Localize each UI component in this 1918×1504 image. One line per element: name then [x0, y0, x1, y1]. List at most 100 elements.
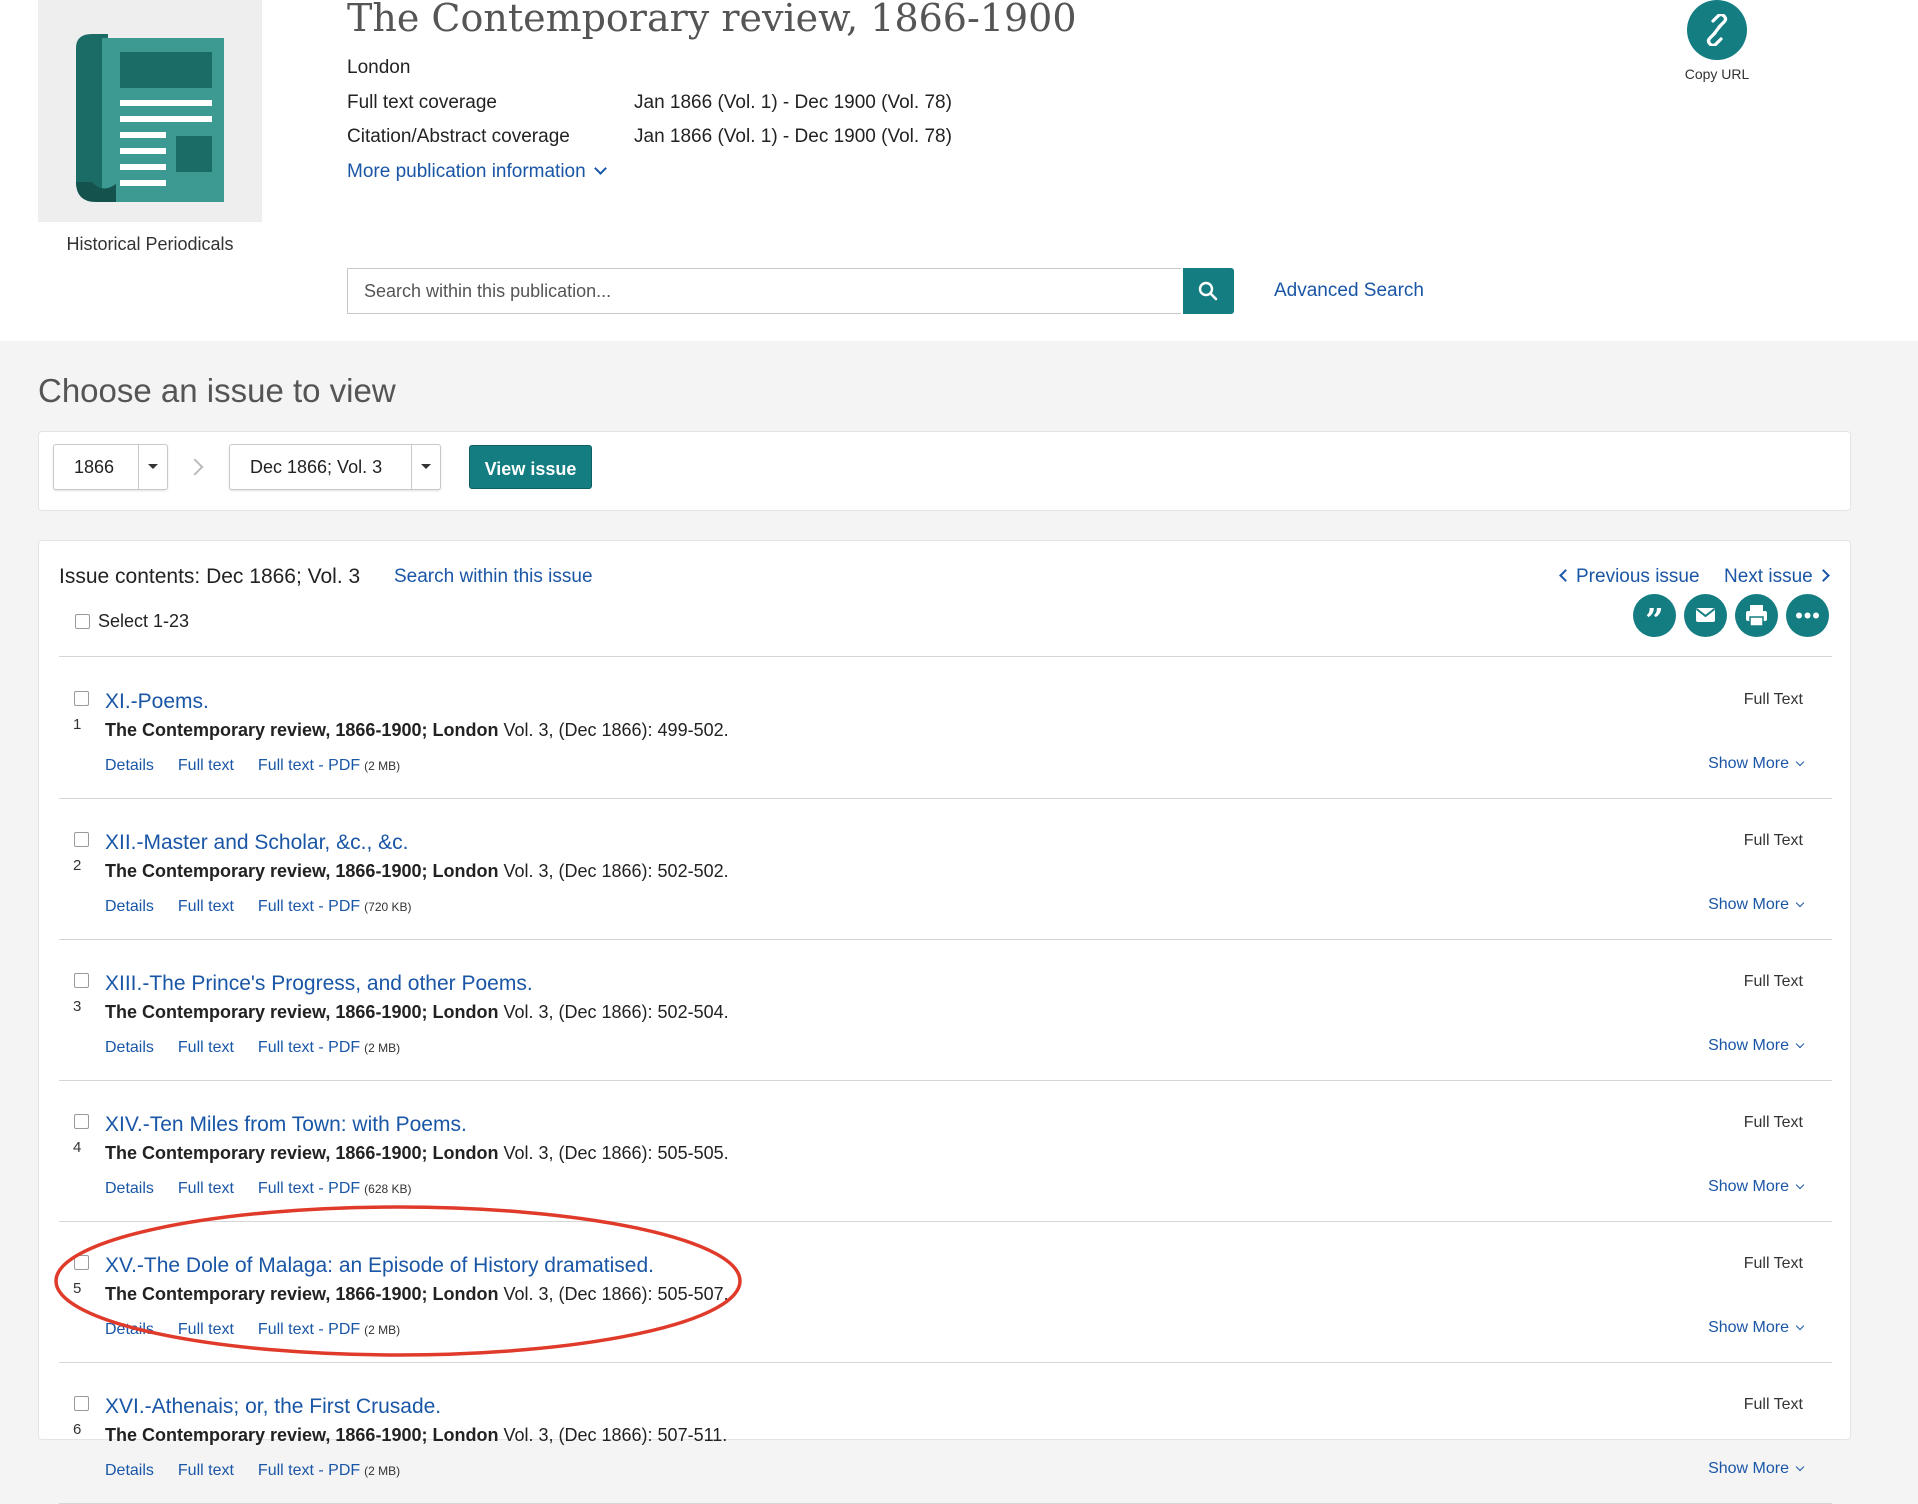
publication-place: London	[347, 57, 411, 78]
issue-select[interactable]: Dec 1866; Vol. 3	[229, 444, 441, 490]
next-issue-link[interactable]: Next issue	[1724, 566, 1830, 588]
pdf-size: (2 MB)	[364, 1323, 401, 1337]
copy-url-label: Copy URL	[1684, 66, 1750, 82]
item-citation: The Contemporary review, 1866-1900; Lond…	[105, 1284, 729, 1305]
item-checkbox[interactable]	[74, 1114, 89, 1129]
link-icon	[1706, 14, 1728, 46]
citation-coverage-value: Jan 1866 (Vol. 1) - Dec 1900 (Vol. 78)	[634, 126, 952, 147]
publication-search-input[interactable]	[347, 268, 1181, 314]
show-more-link[interactable]: Show More	[1708, 1178, 1805, 1196]
list-item: 2 XII.-Master and Scholar, &c., &c. The Co…	[59, 798, 1832, 940]
copy-url-button[interactable]	[1687, 0, 1747, 60]
details-link[interactable]: Details	[105, 898, 154, 915]
item-detail: Vol. 3, (Dec 1866): 499-502.	[503, 720, 729, 740]
show-more-link[interactable]: Show More	[1708, 1319, 1805, 1337]
pdf-size: (2 MB)	[364, 1464, 401, 1478]
show-more-link[interactable]: Show More	[1708, 755, 1805, 773]
details-link[interactable]: Details	[105, 757, 154, 774]
chevron-down-icon	[1795, 1039, 1805, 1049]
search-icon	[1198, 281, 1218, 301]
search-button[interactable]	[1183, 268, 1234, 314]
item-number: 1	[73, 716, 82, 733]
show-more-label: Show More	[1708, 1178, 1789, 1195]
item-checkbox[interactable]	[74, 973, 89, 988]
show-more-link[interactable]: Show More	[1708, 1460, 1805, 1478]
pdf-size: (628 KB)	[364, 1182, 412, 1196]
full-text-link[interactable]: Full text	[178, 1039, 234, 1056]
details-link[interactable]: Details	[105, 1462, 154, 1479]
item-citation: The Contemporary review, 1866-1900; Lond…	[105, 861, 729, 882]
publication-thumbnail: Historical Periodicals	[38, 0, 262, 254]
item-checkbox[interactable]	[74, 1255, 89, 1270]
full-text-pdf-link[interactable]: Full text - PDF	[258, 1321, 360, 1338]
full-text-link[interactable]: Full text	[178, 757, 234, 774]
item-detail: Vol. 3, (Dec 1866): 505-507.	[503, 1284, 729, 1304]
full-text-pdf-link[interactable]: Full text - PDF	[258, 898, 360, 915]
pdf-size: (720 KB)	[364, 900, 412, 914]
more-publication-info-link[interactable]: More publication information	[347, 161, 607, 183]
item-links: Details Full text Full text - PDF (2 MB)	[105, 757, 400, 775]
view-issue-button[interactable]: View issue	[469, 445, 592, 489]
item-title-link[interactable]: XV.-The Dole of Malaga: an Episode of Hi…	[105, 1254, 654, 1278]
item-citation: The Contemporary review, 1866-1900; Lond…	[105, 1002, 729, 1023]
list-item: 4 XIV.-Ten Miles from Town: with Poems. Th…	[59, 1080, 1832, 1222]
full-text-pdf-link[interactable]: Full text - PDF	[258, 1462, 360, 1479]
thumbnail-caption: Historical Periodicals	[66, 234, 234, 254]
full-text-pdf-link[interactable]: Full text - PDF	[258, 1180, 360, 1197]
item-source: The Contemporary review, 1866-1900; Lond…	[105, 1284, 499, 1304]
full-text-pdf-link[interactable]: Full text - PDF	[258, 757, 360, 774]
item-number: 5	[73, 1280, 82, 1297]
item-title-link[interactable]: XIII.-The Prince's Progress, and other P…	[105, 972, 533, 996]
year-dropdown-toggle[interactable]	[138, 445, 167, 489]
item-citation: The Contemporary review, 1866-1900; Lond…	[105, 1143, 729, 1164]
details-link[interactable]: Details	[105, 1180, 154, 1197]
chevron-down-icon	[593, 162, 607, 175]
show-more-link[interactable]: Show More	[1708, 1037, 1805, 1055]
choose-issue-heading: Choose an issue to view	[38, 372, 396, 409]
details-link[interactable]: Details	[105, 1039, 154, 1056]
print-button[interactable]	[1735, 594, 1778, 637]
item-links: Details Full text Full text - PDF (2 MB)	[105, 1321, 400, 1339]
item-source: The Contemporary review, 1866-1900; Lond…	[105, 1143, 499, 1163]
more-actions-button[interactable]	[1786, 594, 1829, 637]
show-more-label: Show More	[1708, 1319, 1789, 1336]
cite-button[interactable]: ”	[1633, 594, 1676, 637]
item-title-link[interactable]: XVI.-Athenais; or, the First Crusade.	[105, 1395, 441, 1419]
email-icon	[1695, 608, 1716, 622]
full-text-link[interactable]: Full text	[178, 898, 234, 915]
availability-label: Full Text	[1743, 1255, 1803, 1272]
advanced-search-link[interactable]: Advanced Search	[1274, 280, 1424, 302]
year-select-value: 1866	[74, 457, 115, 477]
search-within-issue-link[interactable]: Search within this issue	[394, 566, 593, 588]
select-all-label: Select 1-23	[98, 611, 190, 631]
full-text-link[interactable]: Full text	[178, 1321, 234, 1338]
full-text-link[interactable]: Full text	[178, 1180, 234, 1197]
item-detail: Vol. 3, (Dec 1866): 502-504.	[503, 1002, 729, 1022]
issue-contents: Issue contents: Dec 1866; Vol. 3 Search …	[38, 540, 1851, 1504]
chevron-right-icon	[186, 458, 204, 476]
more-publication-info-label: More publication information	[347, 161, 586, 182]
details-link[interactable]: Details	[105, 1321, 154, 1338]
caret-down-icon	[148, 464, 158, 469]
issue-dropdown-toggle[interactable]	[411, 445, 440, 489]
full-text-link[interactable]: Full text	[178, 1462, 234, 1479]
show-more-label: Show More	[1708, 1460, 1789, 1477]
item-checkbox[interactable]	[74, 832, 89, 847]
show-more-link[interactable]: Show More	[1708, 896, 1805, 914]
full-text-pdf-link[interactable]: Full text - PDF	[258, 1039, 360, 1056]
previous-issue-link[interactable]: Previous issue	[1559, 566, 1700, 588]
list-item: 6 XVI.-Athenais; or, the First Crusade. Th…	[59, 1362, 1832, 1504]
item-title-link[interactable]: XIV.-Ten Miles from Town: with Poems.	[105, 1113, 467, 1137]
year-select[interactable]: 1866	[53, 444, 168, 490]
item-checkbox[interactable]	[74, 1396, 89, 1411]
email-button[interactable]	[1684, 594, 1727, 637]
availability-label: Full Text	[1743, 1396, 1803, 1413]
item-checkbox[interactable]	[74, 691, 89, 706]
publication-header: Historical Periodicals The Contemporary …	[0, 0, 1918, 341]
item-title-link[interactable]: XI.-Poems.	[105, 690, 209, 714]
issue-contents-heading: Issue contents: Dec 1866; Vol. 3	[59, 565, 361, 588]
chevron-down-icon	[1795, 757, 1805, 767]
full-text-coverage-label: Full text coverage	[347, 92, 497, 113]
item-title-link[interactable]: XII.-Master and Scholar, &c., &c.	[105, 831, 408, 855]
select-all-checkbox[interactable]	[75, 614, 90, 629]
